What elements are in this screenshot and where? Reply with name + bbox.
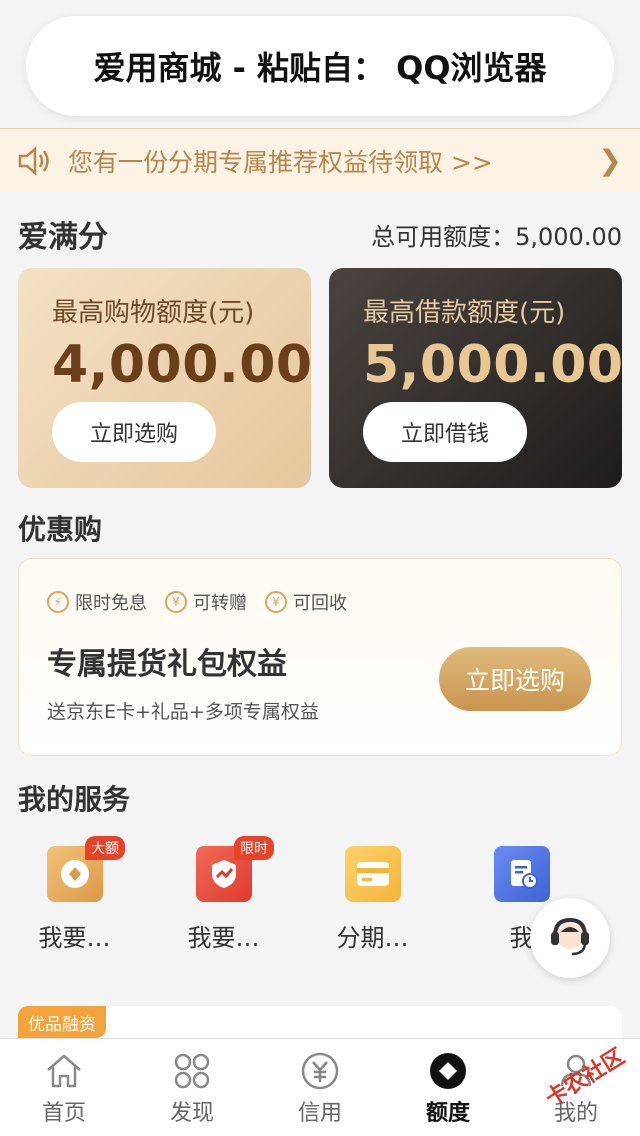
document-clock-icon (493, 846, 550, 902)
section-title-services: 我的服务 (18, 783, 131, 816)
service-badge: 限时 (234, 836, 274, 860)
card-icon (344, 846, 401, 902)
promo-card[interactable]: ⚡ 限时免息 ¥ 可转赠 ¥ 可回收 专属提货礼包权益 送京东E卡+礼品+多项专… (18, 558, 622, 756)
loan-credit-amount: 5,000.00 (363, 335, 624, 395)
service-item[interactable]: 限时 我要… (149, 836, 298, 960)
tab-home[interactable]: 首页 (0, 1039, 128, 1136)
home-icon (47, 1054, 81, 1088)
loan-credit-label: 最高借款额度(元) (363, 298, 566, 328)
promo-tags: ⚡ 限时免息 ¥ 可转赠 ¥ 可回收 (47, 589, 621, 615)
notice-text: 您有一份分期专属推荐权益待领取 >> (68, 147, 493, 177)
shopping-credit-amount: 4,000.00 (52, 335, 313, 395)
section-title-score: 爱满分 (18, 220, 108, 255)
tab-discover[interactable]: 发现 (128, 1039, 256, 1136)
top-area: 爱用商城 - 粘贴自： QQ浏览器 (0, 0, 640, 128)
service-item[interactable]: 大额 我要… (0, 836, 149, 960)
section-title-discount: 优惠购 (18, 513, 103, 546)
grid-icon (174, 1053, 210, 1089)
chevron-right-icon[interactable]: ❯ (599, 144, 622, 177)
notice-bar[interactable]: 您有一份分期专属推荐权益待领取 >> ❯ (0, 128, 640, 192)
service-label: 我要… (38, 924, 111, 952)
tab-label: 首页 (41, 1101, 86, 1126)
promo-shop-button[interactable]: 立即选购 (439, 647, 591, 711)
lightning-icon: ⚡ (47, 591, 69, 613)
yen-icon: ¥ (265, 591, 287, 613)
score-section-header: 爱满分 总可用额度：5,000.00 (18, 212, 622, 256)
diamond-circle-icon (430, 1053, 466, 1089)
shopping-credit-card[interactable]: 最高购物额度(元) 4,000.00 立即选购 (18, 268, 313, 488)
shop-now-button[interactable]: 立即选购 (52, 402, 216, 462)
tab-label: 信用 (297, 1101, 342, 1126)
tab-label: 发现 (169, 1101, 214, 1126)
tag-interest-free: ⚡ 限时免息 (47, 589, 147, 615)
yen-icon: ¥ (165, 591, 187, 613)
service-item[interactable]: 分期… (298, 840, 447, 960)
product-tag: 优品融资 (18, 1006, 106, 1038)
tab-quota[interactable]: 额度 (384, 1039, 512, 1136)
speaker-icon (18, 145, 49, 176)
service-badge: 大额 (85, 836, 125, 860)
loan-credit-card[interactable]: 最高借款额度(元) 5,000.00 立即借钱 (329, 268, 624, 488)
clipboard-toast: 爱用商城 - 粘贴自： QQ浏览器 (26, 16, 614, 116)
service-label: 我要… (187, 924, 260, 952)
tab-credit[interactable]: 信用 (256, 1039, 384, 1136)
customer-support-icon[interactable] (530, 898, 610, 978)
yen-circle-icon (301, 1052, 339, 1090)
tag-transferable: ¥ 可转赠 (165, 589, 247, 615)
tag-recyclable: ¥ 可回收 (265, 589, 347, 615)
shopping-credit-label: 最高购物额度(元) (52, 298, 255, 328)
borrow-now-button[interactable]: 立即借钱 (363, 402, 527, 462)
total-credit: 总可用额度：5,000.00 (371, 222, 622, 251)
tab-label: 额度 (425, 1101, 470, 1126)
service-label: 分期… (336, 924, 409, 952)
